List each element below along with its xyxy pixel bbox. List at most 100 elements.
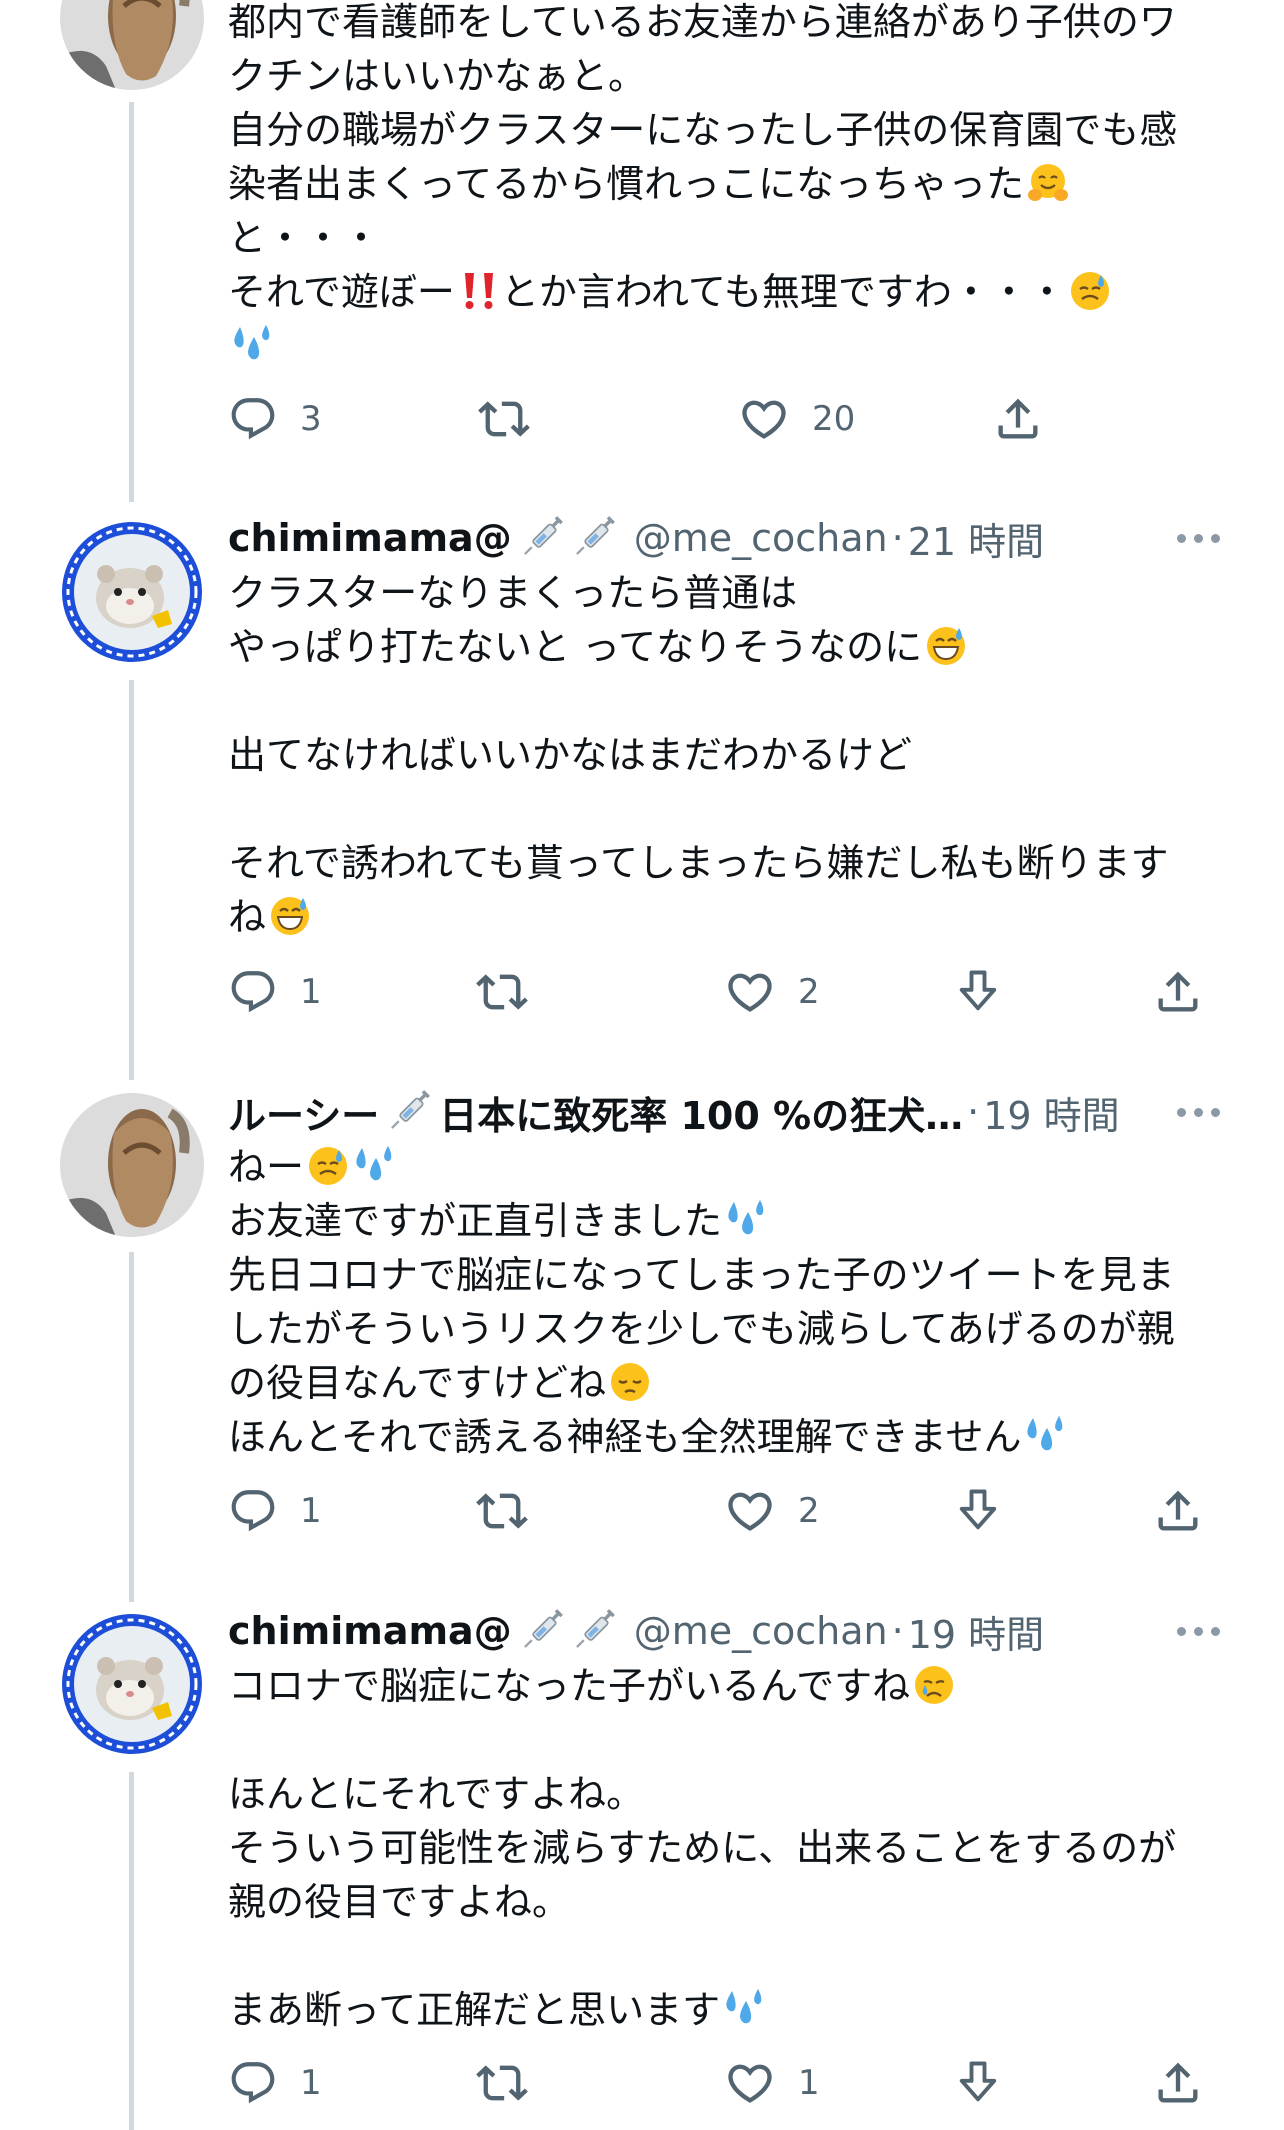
reply-count: 1 xyxy=(300,2063,322,2103)
tweet-actions: 1 2 xyxy=(228,1481,1228,1541)
retweet-icon xyxy=(476,2057,528,2109)
user-handle[interactable]: @me_cochan xyxy=(634,516,888,560)
share-button[interactable] xyxy=(1152,2053,1204,2113)
sweat-droplets-emoji-icon xyxy=(722,1987,766,2031)
more-icon xyxy=(1177,1626,1186,1636)
reply-icon xyxy=(228,967,278,1017)
more-icon xyxy=(1177,533,1186,543)
separator-dot: · xyxy=(891,1609,904,1653)
tweet-body: コロナで脳症になった子がいるんですね ほんとにそれですよね。 そういう可能性を減… xyxy=(228,1659,1228,2037)
separator-dot: · xyxy=(891,516,904,560)
tweet-text-line: 出てなければいいかなはまだわかるけど xyxy=(228,733,913,777)
tweet-text-line: ねー xyxy=(228,1140,1228,1194)
retweet-icon xyxy=(476,1485,528,1537)
more-options-button[interactable] xyxy=(1177,1084,1220,1140)
pensive-face-emoji-icon xyxy=(608,1360,652,1404)
tweet-text-line xyxy=(228,1713,1228,1767)
like-count: 2 xyxy=(798,972,820,1012)
tweet-text-line xyxy=(228,782,1228,836)
tweet-header: chimimama@ @me_cochan · 21 時間 xyxy=(228,510,1044,566)
display-name[interactable]: chimimama@ xyxy=(228,1609,512,1653)
tweet-text-line xyxy=(228,319,1228,373)
sweat-droplets-emoji-icon xyxy=(352,1144,396,1188)
hugging-face-emoji-icon xyxy=(1026,161,1070,205)
sweat-droplets-emoji-icon xyxy=(1023,1414,1067,1458)
grinning-sweat-emoji-icon xyxy=(924,624,968,668)
like-button[interactable]: 2 xyxy=(724,962,820,1022)
tweet-text-line: 自分の職場がクラスターになったし子供の保育園でも感 xyxy=(228,108,1178,152)
syringe-icon xyxy=(518,1608,564,1654)
share-button[interactable] xyxy=(1152,962,1204,1022)
tweet-text-line: そういう可能性を減らすために、出来ることをするのが xyxy=(228,1826,1177,1870)
tweet-header: ルーシー 日本に致死率 100 %の狂犬… · 19 時間 xyxy=(228,1084,1120,1140)
more-options-button[interactable] xyxy=(1177,510,1220,566)
downvote-button[interactable] xyxy=(952,1481,1004,1541)
downvote-button[interactable] xyxy=(952,962,1004,1022)
grinning-sweat-emoji-icon xyxy=(268,894,312,938)
more-options-button[interactable] xyxy=(1177,1603,1220,1659)
downvote-button[interactable] xyxy=(952,2053,1004,2113)
tweet-actions: 1 1 xyxy=(228,2053,1228,2113)
tweet-text-line: 親の役目ですよね。 xyxy=(228,1880,571,1924)
more-icon xyxy=(1177,1107,1186,1117)
share-icon xyxy=(1152,2057,1204,2109)
timestamp[interactable]: 19 時間 xyxy=(908,1604,1044,1659)
separator-dot: · xyxy=(967,1090,980,1134)
thread-connector-line xyxy=(129,1772,134,2130)
display-name[interactable]: ルーシー xyxy=(228,1085,379,1140)
reply-count: 3 xyxy=(300,399,322,439)
like-button[interactable]: 2 xyxy=(724,1481,820,1541)
display-name[interactable]: chimimama@ xyxy=(228,516,512,560)
tweet-body: クラスターなりまくったら普通は やっぱり打たないと ってなりそうなのに 出てなけ… xyxy=(228,566,1228,944)
share-button[interactable] xyxy=(1152,1481,1204,1541)
crying-face-emoji-icon xyxy=(912,1663,956,1707)
reply-button[interactable]: 1 xyxy=(228,2053,322,2113)
tweet-text-line: まあ断って正解だと思います xyxy=(228,1983,1228,2037)
thread-connector-line xyxy=(129,102,134,502)
retweet-button[interactable] xyxy=(476,2053,528,2113)
tweet-text-line: ほんとにそれですよね。 xyxy=(228,1772,645,1816)
avatar[interactable] xyxy=(60,1612,204,1756)
heart-icon xyxy=(738,393,790,445)
user-handle[interactable]: @me_cochan xyxy=(634,1609,888,1653)
reply-icon xyxy=(228,2058,278,2108)
tweet-text-line: 先日コロナで脳症になってしまった子のツイートを見ま xyxy=(228,1253,1175,1297)
avatar[interactable] xyxy=(60,0,204,90)
tweet-body: ねー お友達ですが正直引きました 先日コロナで脳症になってしまった子のツイートを… xyxy=(228,1140,1228,1464)
heart-icon xyxy=(724,966,776,1018)
reply-button[interactable]: 1 xyxy=(228,1481,322,1541)
heart-icon xyxy=(724,1485,776,1537)
avatar[interactable] xyxy=(60,520,204,664)
syringe-icon xyxy=(385,1089,431,1135)
tweet-text-line: コロナで脳症になった子がいるんですね xyxy=(228,1659,1228,1713)
tweet-text-line: クチンはいいかなぁと。 xyxy=(228,54,647,98)
like-button[interactable]: 20 xyxy=(738,389,855,449)
heart-icon xyxy=(724,2057,776,2109)
reply-button[interactable]: 1 xyxy=(228,962,322,1022)
timestamp[interactable]: 21 時間 xyxy=(908,511,1044,566)
syringe-icon xyxy=(518,515,564,561)
like-button[interactable]: 1 xyxy=(724,2053,820,2113)
tweet-actions: 3 20 xyxy=(228,389,1228,449)
sweat-droplets-emoji-icon xyxy=(724,1198,768,1242)
share-icon xyxy=(1152,1485,1204,1537)
tweet-text-line: それで遊ぼー とか言われても無理ですわ・・・ xyxy=(228,265,1228,319)
tweet-text-line: それで誘われても貰ってしまったら嫌だし私も断ります xyxy=(228,841,1169,885)
downcast-face-sweat-emoji-icon xyxy=(1068,269,1112,313)
reply-button[interactable]: 3 xyxy=(228,389,322,449)
display-name-continued[interactable]: 日本に致死率 100 %の狂犬… xyxy=(439,1085,963,1140)
retweet-button[interactable] xyxy=(478,389,530,449)
share-icon xyxy=(992,393,1044,445)
tweet-text-line xyxy=(228,1929,1228,1983)
timestamp[interactable]: 19 時間 xyxy=(983,1085,1119,1140)
share-button[interactable] xyxy=(992,389,1044,449)
retweet-button[interactable] xyxy=(476,1481,528,1541)
tweet-text-line: 染者出まくってるから慣れっこになっちゃった xyxy=(228,157,1228,211)
avatar[interactable] xyxy=(60,1093,204,1237)
thread-connector-line xyxy=(129,1252,134,1602)
retweet-icon xyxy=(478,393,530,445)
tweet-text-line: お友達ですが正直引きました xyxy=(228,1194,1228,1248)
retweet-button[interactable] xyxy=(476,962,528,1022)
reply-count: 1 xyxy=(300,972,322,1012)
syringe-icon xyxy=(570,515,616,561)
